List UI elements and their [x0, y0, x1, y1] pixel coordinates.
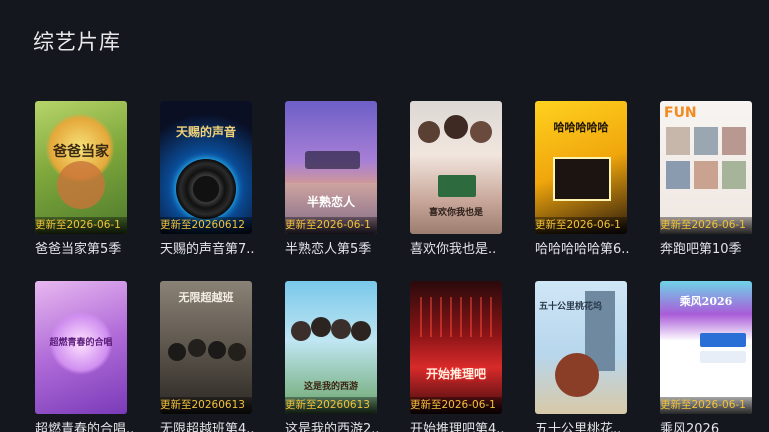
show-title: 天赐的声音第7.. — [160, 242, 255, 257]
show-poster: 这是我的西游 更新至20260613 — [285, 281, 377, 414]
variety-library-page: 综艺片库 爸爸当家 更新至2026-06-1 爸爸当家第5季 天赐的声音 更新至… — [0, 0, 769, 432]
show-card[interactable]: 这是我的西游 更新至20260613 这是我的西游2.. — [285, 281, 405, 432]
show-grid: 爸爸当家 更新至2026-06-1 爸爸当家第5季 天赐的声音 更新至20260… — [35, 101, 769, 432]
poster-title: 超燃青春的合唱 — [49, 338, 113, 348]
show-title: 喜欢你我也是.. — [410, 242, 497, 257]
show-title: 开始推理吧第4.. — [410, 422, 505, 432]
update-badge: 更新至2026-06-1 — [660, 397, 752, 414]
poster-title: FUN — [664, 105, 697, 121]
page-title: 综艺片库 — [33, 30, 121, 54]
poster-title: 半熟恋人 — [306, 195, 355, 209]
show-title: 乘风2026 — [660, 422, 720, 432]
show-poster: 开始推理吧 更新至2026-06-1 — [410, 281, 502, 414]
update-badge: 更新至2026-06-1 — [410, 397, 502, 414]
show-title: 爸爸当家第5季 — [35, 242, 122, 257]
show-title: 奔跑吧第10季 — [660, 242, 742, 257]
show-poster: 乘风2026 更新至2026-06-1 — [660, 281, 752, 414]
poster-title: 五十公里桃花坞 — [539, 302, 603, 312]
poster-title: 无限超越班 — [178, 291, 234, 304]
show-poster: 天赐的声音 更新至20260612 — [160, 101, 252, 234]
update-badge: 更新至20260613 — [160, 397, 252, 414]
show-card[interactable]: FUN 更新至2026-06-1 奔跑吧第10季 — [660, 101, 769, 261]
poster-title: 这是我的西游 — [303, 382, 358, 392]
show-card[interactable]: 喜欢你我也是 喜欢你我也是.. — [410, 101, 530, 261]
show-poster: FUN 更新至2026-06-1 — [660, 101, 752, 234]
poster-title: 开始推理吧 — [425, 367, 486, 381]
update-badge: 更新至2026-06-1 — [535, 217, 627, 234]
show-card[interactable]: 天赐的声音 更新至20260612 天赐的声音第7.. — [160, 101, 280, 261]
show-title: 超燃青春的合唱.. — [35, 422, 135, 432]
show-card[interactable]: 半熟恋人 更新至2026-06-1 半熟恋人第5季 — [285, 101, 405, 261]
poster-title: 哈哈哈哈哈 — [553, 121, 609, 134]
show-card[interactable]: 乘风2026 更新至2026-06-1 乘风2026 — [660, 281, 769, 432]
poster-title: 乘风2026 — [679, 295, 733, 308]
update-badge: 更新至20260612 — [160, 217, 252, 234]
show-card[interactable]: 哈哈哈哈哈 更新至2026-06-1 哈哈哈哈哈第6.. — [535, 101, 655, 261]
show-poster: 喜欢你我也是 — [410, 101, 502, 234]
update-badge: 更新至2026-06-1 — [285, 217, 377, 234]
show-poster: 爸爸当家 更新至2026-06-1 — [35, 101, 127, 234]
update-badge: 更新至2026-06-1 — [35, 217, 127, 234]
show-title: 这是我的西游2.. — [285, 422, 380, 432]
show-poster: 哈哈哈哈哈 更新至2026-06-1 — [535, 101, 627, 234]
update-badge: 更新至20260613 — [285, 397, 377, 414]
poster-title: 天赐的声音 — [175, 125, 236, 139]
show-card[interactable]: 爸爸当家 更新至2026-06-1 爸爸当家第5季 — [35, 101, 155, 261]
show-poster: 无限超越班 更新至20260613 — [160, 281, 252, 414]
show-title: 五十公里桃花.. — [535, 422, 622, 432]
show-card[interactable]: 五十公里桃花坞 五十公里桃花.. — [535, 281, 655, 432]
show-title: 半熟恋人第5季 — [285, 242, 372, 257]
show-title: 哈哈哈哈哈第6.. — [535, 242, 630, 257]
poster-title: 爸爸当家 — [53, 144, 109, 160]
show-poster: 超燃青春的合唱 — [35, 281, 127, 414]
show-poster: 半熟恋人 更新至2026-06-1 — [285, 101, 377, 234]
poster-title: 喜欢你我也是 — [428, 208, 483, 218]
show-poster: 五十公里桃花坞 — [535, 281, 627, 414]
update-badge: 更新至2026-06-1 — [660, 217, 752, 234]
show-card[interactable]: 开始推理吧 更新至2026-06-1 开始推理吧第4.. — [410, 281, 530, 432]
show-card[interactable]: 超燃青春的合唱 超燃青春的合唱.. — [35, 281, 155, 432]
show-title: 无限超越班第4.. — [160, 422, 255, 432]
show-card[interactable]: 无限超越班 更新至20260613 无限超越班第4.. — [160, 281, 280, 432]
